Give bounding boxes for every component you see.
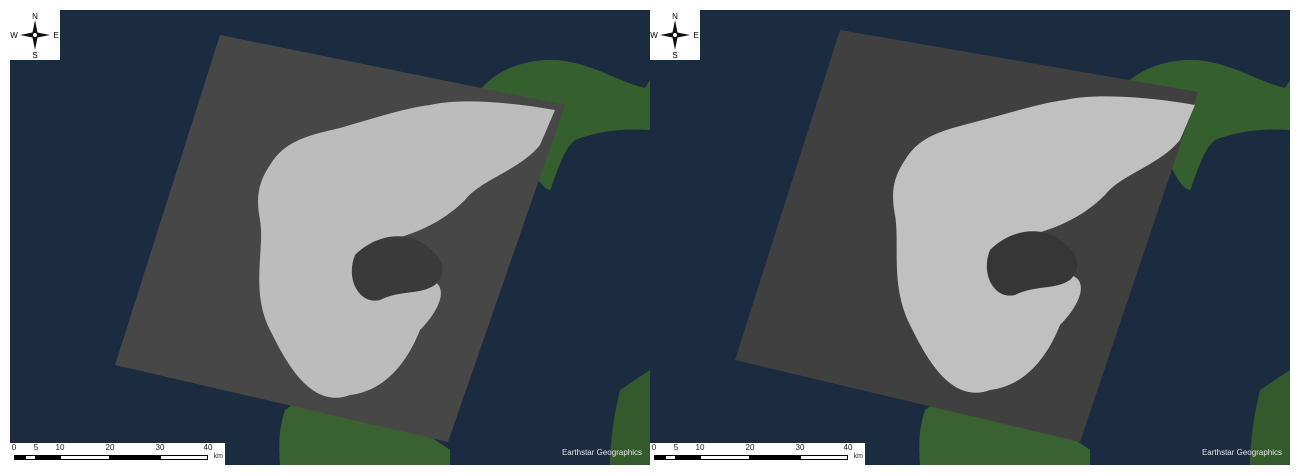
scale-tick-5: 5 [33, 443, 39, 452]
scale-segment [665, 455, 676, 460]
scale-tick-10: 10 [695, 443, 705, 452]
compass-east: E [53, 31, 58, 40]
scale-bar: 0 5 10 20 30 40 km [10, 443, 225, 465]
scale-tick-5: 5 [673, 443, 679, 452]
map-panel-right[interactable]: N S W E 0 5 10 20 30 40 km Earthstar Geo… [650, 10, 1290, 465]
scale-unit: km [853, 453, 863, 460]
scale-tick-10: 10 [55, 443, 65, 452]
scale-segment [750, 455, 800, 460]
satellite-map-left [10, 10, 650, 465]
scale-tick-20: 20 [745, 443, 755, 452]
scale-segment [36, 455, 60, 460]
scale-tick-20: 20 [105, 443, 115, 452]
compass-north: N [32, 12, 38, 21]
scale-segment [25, 455, 36, 460]
map-panel-left[interactable]: N S W E 0 5 10 20 30 40 km Earthstar Geo… [10, 10, 650, 465]
compass-west: W [10, 31, 18, 40]
scale-segment [60, 455, 110, 460]
compass-north: N [672, 12, 678, 21]
compass-icon: N S W E [10, 12, 58, 60]
compass-south: S [32, 51, 37, 60]
compass-west: W [650, 31, 658, 40]
compass-east: E [693, 31, 698, 40]
compass-rose: N S W E [10, 10, 60, 60]
compass-south: S [672, 51, 677, 60]
scale-segment [654, 455, 665, 460]
scale-segment [110, 455, 160, 460]
compass-rose: N S W E [650, 10, 700, 60]
scale-segment [700, 455, 750, 460]
scale-tick-40: 40 [843, 443, 853, 452]
scale-tick-0: 0 [11, 443, 17, 452]
scale-tick-30: 30 [155, 443, 165, 452]
scale-tick-30: 30 [795, 443, 805, 452]
map-attribution: Earthstar Geographics [561, 448, 642, 457]
scale-unit: km [213, 453, 223, 460]
scale-segment [800, 455, 848, 460]
compass-icon: N S W E [650, 12, 698, 60]
scale-segment [160, 455, 208, 460]
scale-tick-0: 0 [651, 443, 657, 452]
scale-segment [676, 455, 700, 460]
scale-tick-40: 40 [203, 443, 213, 452]
scale-bar: 0 5 10 20 30 40 km [650, 443, 865, 465]
scale-segment [14, 455, 25, 460]
satellite-map-right [650, 10, 1290, 465]
map-attribution: Earthstar Geographics [1201, 448, 1282, 457]
